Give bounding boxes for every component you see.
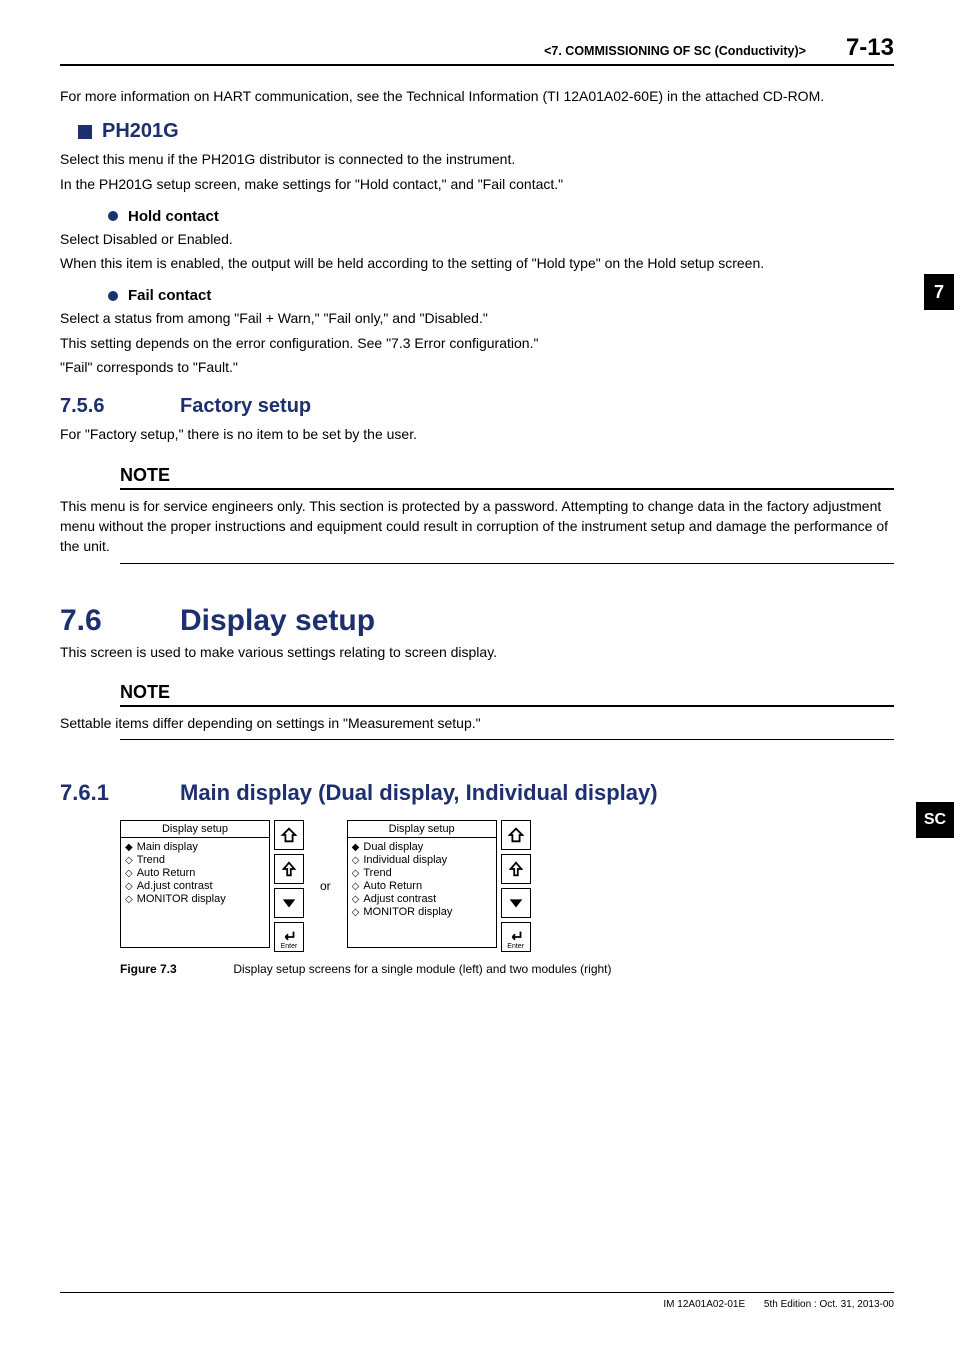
list-item: Ad.just contrast <box>137 880 213 892</box>
note-label-76: NOTE <box>120 682 894 703</box>
list-item: MONITOR display <box>137 893 226 905</box>
screen-left: Display setup ◆ Main display ◇ Trend ◇ Auto… <box>120 820 304 952</box>
document-id: IM 12A01A02-01E <box>663 1299 745 1310</box>
home-icon <box>501 820 531 850</box>
chapter-title: <7. COMMISSIONING OF SC (Conductivity)> <box>544 44 806 58</box>
edition-info: 5th Edition : Oct. 31, 2013-00 <box>764 1299 894 1310</box>
or-label: or <box>320 879 331 893</box>
heading-756: 7.5.6 Factory setup <box>60 395 894 418</box>
list-item: Auto Return <box>137 867 196 879</box>
down-triangle-icon <box>501 888 531 918</box>
diamond-outline-icon: ◇ <box>352 868 360 879</box>
round-bullet-icon <box>108 291 118 301</box>
sec756-p1: For "Factory setup," there is no item to… <box>60 424 894 444</box>
heading-hold-contact: Hold contact <box>108 208 894 225</box>
hold-contact-p1: Select Disabled or Enabled. <box>60 229 894 249</box>
down-triangle-icon <box>274 888 304 918</box>
heading-761: 7.6.1 Main display (Dual display, Indivi… <box>60 780 894 806</box>
diamond-outline-icon: ◇ <box>352 881 360 892</box>
screen-right: Display setup ◆Dual display ◇Individual … <box>347 820 531 952</box>
hold-contact-p2: When this item is enabled, the output wi… <box>60 253 894 273</box>
ph201g-p2: In the PH201G setup screen, make setting… <box>60 174 894 194</box>
figure-caption-text: Display setup screens for a single modul… <box>233 962 611 976</box>
enter-icon: Enter <box>274 922 304 952</box>
list-item: Auto Return <box>363 880 422 892</box>
diamond-filled-icon: ◆ <box>125 842 133 853</box>
page-footer: IM 12A01A02-01E 5th Edition : Oct. 31, 2… <box>60 1292 894 1310</box>
home-icon <box>274 820 304 850</box>
diamond-outline-icon: ◇ <box>352 907 360 918</box>
list-item: MONITOR display <box>363 906 452 918</box>
diamond-filled-icon: ◆ <box>352 842 360 853</box>
side-tab-domain: SC <box>916 802 954 838</box>
note-body-76: Settable items differ depending on setti… <box>60 713 894 733</box>
note-body-756: This menu is for service engineers only.… <box>60 496 894 557</box>
note-rule <box>120 488 894 490</box>
heading-ph201g: PH201G <box>78 120 894 143</box>
square-bullet-icon <box>78 125 92 139</box>
fail-contact-p3: "Fail" corresponds to "Fault." <box>60 357 894 377</box>
up-arrow-icon <box>501 854 531 884</box>
heading-fail-contact: Fail contact <box>108 287 894 304</box>
heading-76: 7.6 Display setup <box>60 604 894 638</box>
figure-caption: Figure 7.3 Display setup screens for a s… <box>120 962 894 976</box>
up-arrow-icon <box>274 854 304 884</box>
note-label-756: NOTE <box>120 465 894 486</box>
diamond-outline-icon: ◇ <box>125 881 133 892</box>
diamond-outline-icon: ◇ <box>352 894 360 905</box>
list-item: Trend <box>137 854 165 866</box>
round-bullet-icon <box>108 211 118 221</box>
running-header: <7. COMMISSIONING OF SC (Conductivity)> … <box>60 34 894 66</box>
side-tab-section: 7 <box>924 274 954 310</box>
diamond-outline-icon: ◇ <box>125 894 133 905</box>
list-item: Individual display <box>363 854 447 866</box>
figure-7-3: Display setup ◆Main display ◇Trend ◇Auto… <box>120 820 894 952</box>
diamond-outline-icon: ◇ <box>125 855 133 866</box>
diamond-outline-icon: ◇ <box>352 855 360 866</box>
list-item: Dual display <box>363 841 423 853</box>
list-item: Main display <box>137 841 198 853</box>
figure-label: Figure 7.3 <box>120 962 230 976</box>
intro-paragraph: For more information on HART communicati… <box>60 86 894 106</box>
fail-contact-p2: This setting depends on the error config… <box>60 333 894 353</box>
list-item: Trend <box>363 867 391 879</box>
note-rule <box>120 739 894 740</box>
note-rule <box>120 563 894 564</box>
ph201g-p1: Select this menu if the PH201G distribut… <box>60 149 894 169</box>
fail-contact-p1: Select a status from among "Fail + Warn,… <box>60 308 894 328</box>
diamond-outline-icon: ◇ <box>125 868 133 879</box>
note-rule <box>120 705 894 707</box>
list-item: Adjust contrast <box>363 893 436 905</box>
screen-right-title: Display setup <box>348 821 496 838</box>
screen-left-title: Display setup <box>121 821 269 838</box>
page-number: 7-13 <box>846 34 894 62</box>
enter-icon: Enter <box>501 922 531 952</box>
sec76-p1: This screen is used to make various sett… <box>60 642 894 662</box>
